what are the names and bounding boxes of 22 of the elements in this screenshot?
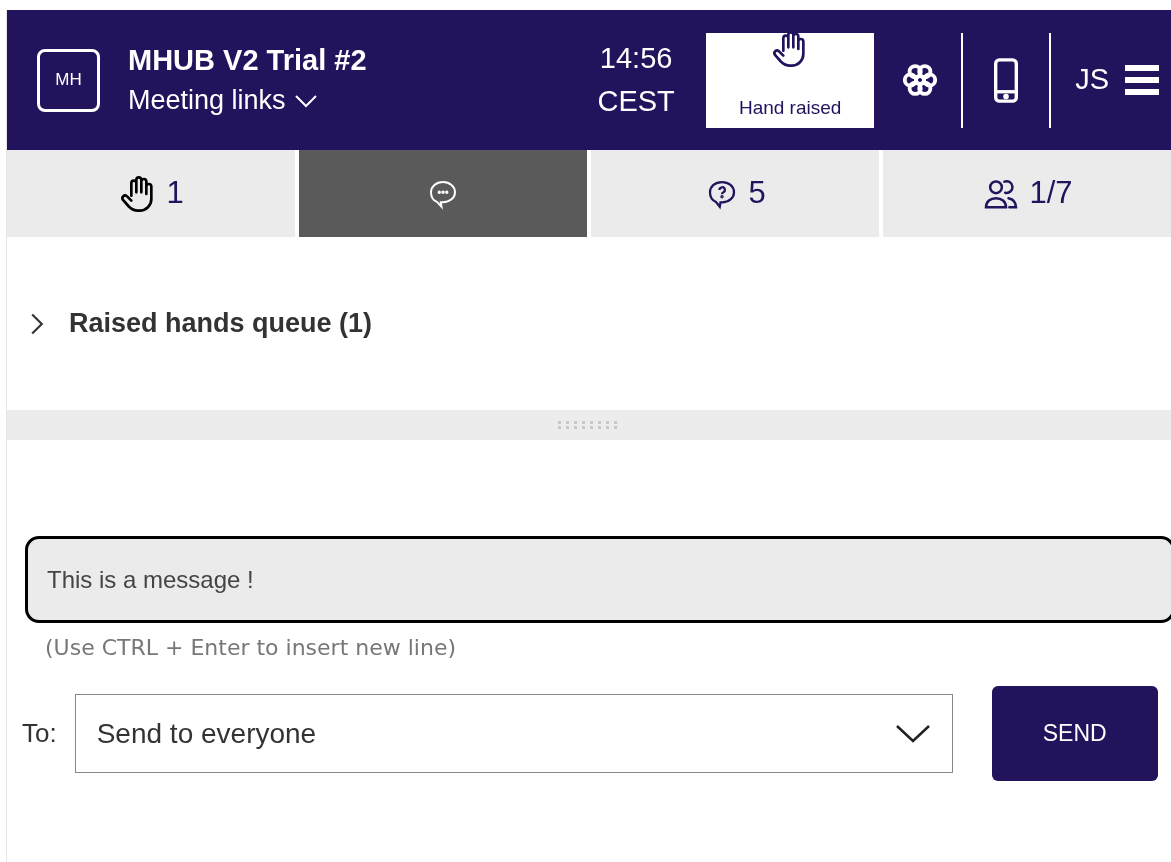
grip-icon xyxy=(558,421,620,429)
menu-icon[interactable] xyxy=(1125,65,1159,95)
chevron-down-icon xyxy=(293,92,318,109)
meeting-links-dropdown[interactable]: Meeting links xyxy=(128,87,367,114)
message-input[interactable]: This is a message ! xyxy=(25,536,1171,623)
recipient-dropdown[interactable]: Send to everyone xyxy=(74,694,953,773)
input-hint: (Use CTRL + Enter to insert new line) xyxy=(45,634,458,662)
resize-handle[interactable] xyxy=(7,410,1171,440)
raised-hands-toggle[interactable]: Raised hands queue (1) xyxy=(29,303,373,344)
timezone: CEST xyxy=(597,87,675,116)
hand-raised-button[interactable]: Hand raised xyxy=(706,32,875,128)
tab[interactable]: 1/7 xyxy=(883,150,1171,237)
to-label: To: xyxy=(22,717,57,750)
chevron-icon xyxy=(29,311,45,336)
send-button[interactable]: SEND xyxy=(991,686,1158,781)
logo-badge: MH xyxy=(37,48,100,112)
meeting-title: MHUB V2 Trial #2 xyxy=(128,46,367,75)
chevron-down-icon xyxy=(894,723,931,744)
clock-time: 14:56 xyxy=(599,44,673,73)
user-initials[interactable]: JS xyxy=(1075,58,1109,102)
tab[interactable]: 1 xyxy=(7,150,295,237)
tab[interactable]: 5 xyxy=(591,150,879,237)
